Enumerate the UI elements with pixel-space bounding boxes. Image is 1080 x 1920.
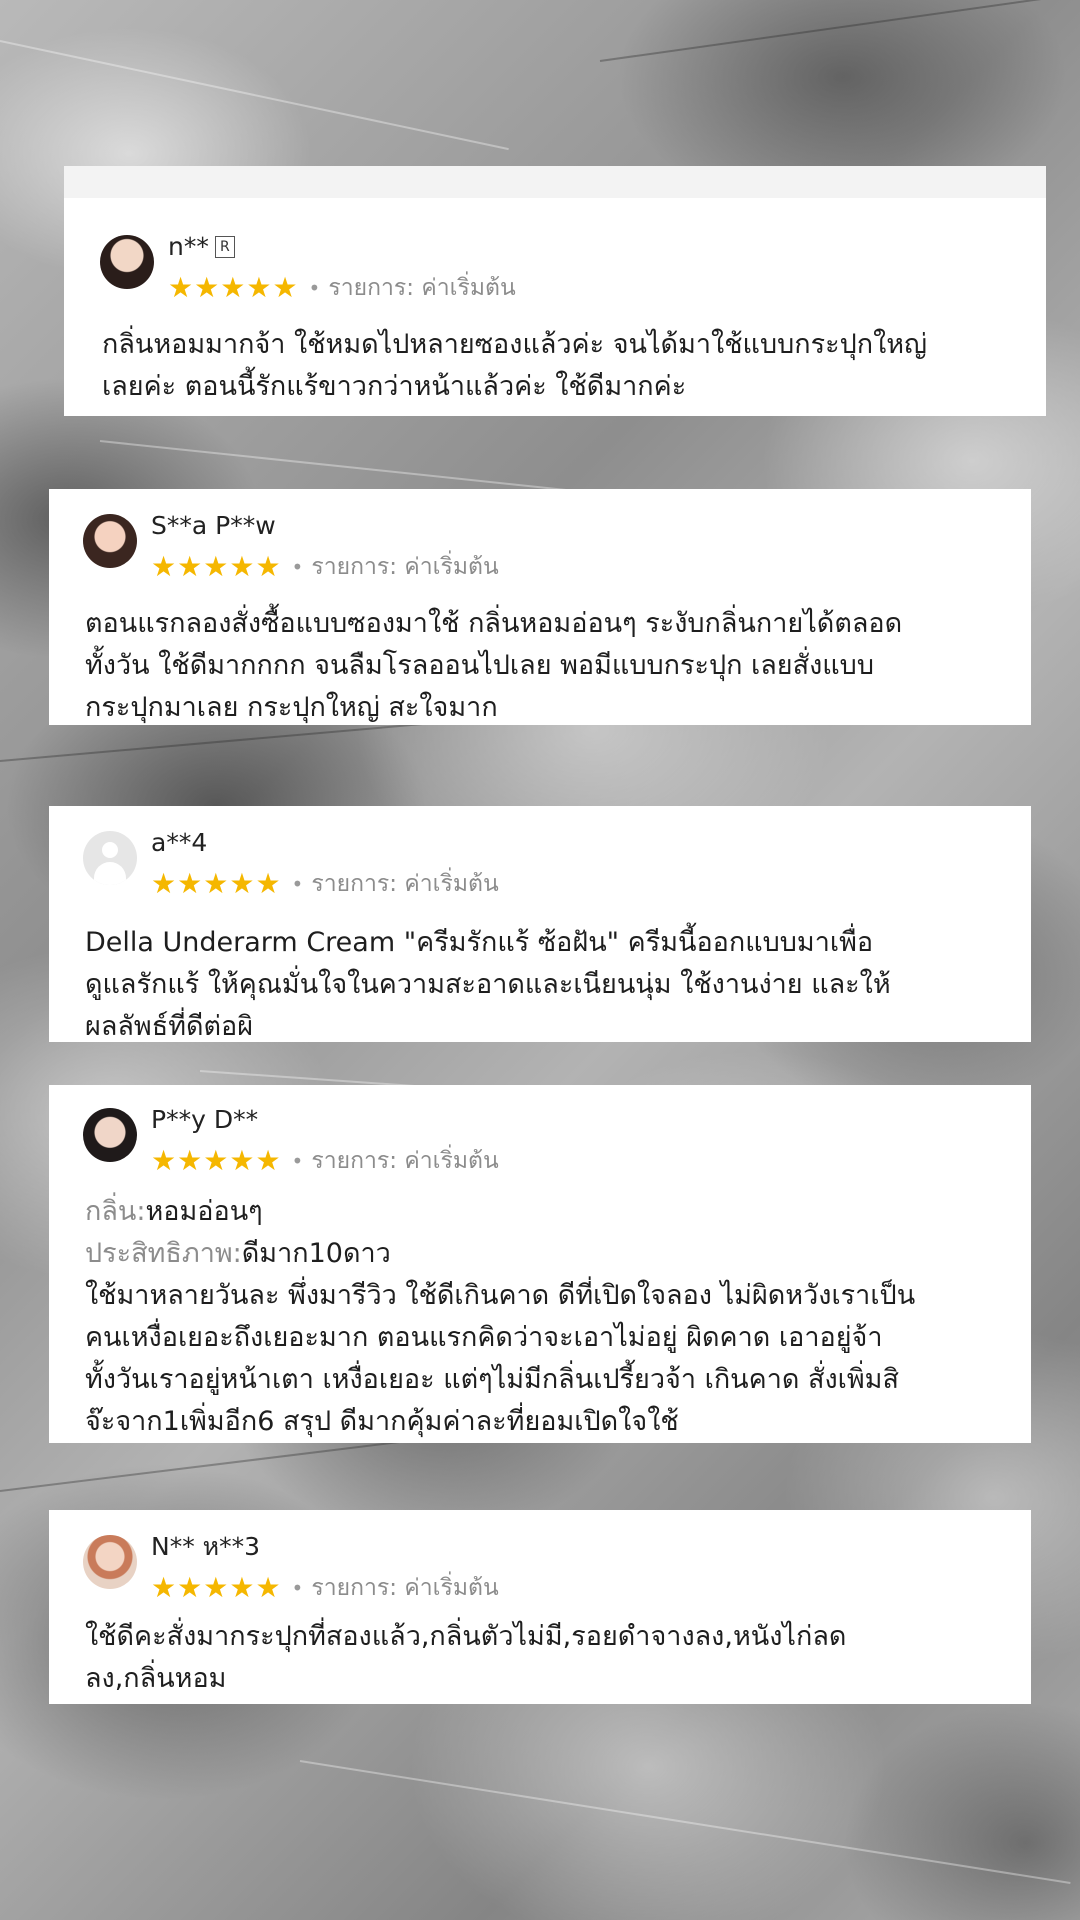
star-icon: ★ xyxy=(255,1571,281,1604)
star-icon: ★ xyxy=(272,271,298,304)
review-text-line: ทั้งวัน ใช้ดีมากกกก จนลืมโรลออนไปเลย พอม… xyxy=(85,650,874,681)
rating-row: ★ ★ ★ ★ ★ • รายการ: ค่าเริ่มต้น xyxy=(151,866,499,902)
reviewer-name: P**y D** xyxy=(151,1105,499,1135)
star-icon: ★ xyxy=(177,1144,203,1177)
star-icon: ★ xyxy=(203,867,229,900)
review-card: P**y D** ★ ★ ★ ★ ★ • รายการ: ค่าเริ่มต้น กลิ… xyxy=(49,1085,1031,1443)
avatar[interactable] xyxy=(83,1535,137,1589)
star-rating: ★ ★ ★ ★ ★ xyxy=(168,273,299,303)
star-rating: ★ ★ ★ ★ ★ xyxy=(151,1146,282,1176)
reviewer-name-text: N** ห**3 xyxy=(151,1532,261,1561)
review-text-line: ทั้งวันเราอยู่หน้าเตา เหงื่อเยอะ แต่ๆไม่… xyxy=(85,1364,899,1395)
star-icon: ★ xyxy=(177,550,203,583)
star-icon: ★ xyxy=(151,867,177,900)
review-text-line: กระปุกมาเลย กระปุกใหญ่ สะใจมาก xyxy=(85,692,498,723)
review-text-line: Della Underarm Cream "ครีมรักแร้ ซ้อฝัน"… xyxy=(85,927,874,958)
rating-row: ★ ★ ★ ★ ★ • รายการ: ค่าเริ่มต้น xyxy=(151,549,499,585)
review-text-line: เลยค่ะ ตอนนี้รักแร้ขาวกว่าหน้าแล้วค่ะ ใช… xyxy=(102,371,687,402)
variation-label: รายการ: ค่าเริ่มต้น xyxy=(311,554,499,580)
attribute-value: หอมอ่อนๆ xyxy=(145,1196,263,1227)
review-text-line: คนเหงื่อเยอะถึงเยอะมาก ตอนแรกคิดว่าจะเอา… xyxy=(85,1322,883,1353)
review-card: n** R ★ ★ ★ ★ ★ • รายการ: ค่าเริ่มต้น กลิ่นห… xyxy=(64,166,1046,416)
star-icon: ★ xyxy=(151,550,177,583)
review-text-line: ใช้ดีคะสั่งมากระปุกที่สองแล้ว,กลิ่นตัวไม… xyxy=(85,1621,847,1652)
reviewer-name-text: a**4 xyxy=(151,828,208,857)
attribute-value: ดีมาก10ดาว xyxy=(241,1238,391,1269)
review-text: ใช้ดีคะสั่งมากระปุกที่สองแล้ว,กลิ่นตัวไม… xyxy=(85,1616,846,1700)
attribute-label: กลิ่น: xyxy=(85,1196,146,1227)
star-icon: ★ xyxy=(177,867,203,900)
review-text: ตอนแรกลองสั่งซื้อแบบซองมาใช้ กลิ่นหอมอ่อ… xyxy=(85,603,902,725)
reviewer-name: S**a P**w xyxy=(151,511,499,541)
review-text-line: ตอนแรกลองสั่งซื้อแบบซองมาใช้ กลิ่นหอมอ่อ… xyxy=(85,608,903,639)
review-text: Della Underarm Cream "ครีมรักแร้ ซ้อฝัน"… xyxy=(85,922,891,1042)
default-user-icon[interactable] xyxy=(83,831,137,885)
review-text-line: ผลลัพธ์ที่ดีต่อผิ xyxy=(85,1011,254,1042)
star-icon: ★ xyxy=(168,271,194,304)
star-icon: ★ xyxy=(255,1144,281,1177)
review-text-line: ลง,กลิ่นหอม xyxy=(85,1663,227,1694)
star-icon: ★ xyxy=(203,1144,229,1177)
rating-row: ★ ★ ★ ★ ★ • รายการ: ค่าเริ่มต้น xyxy=(168,270,516,306)
review-card: a**4 ★ ★ ★ ★ ★ • รายการ: ค่าเริ่มต้น Della U… xyxy=(49,806,1031,1042)
avatar[interactable] xyxy=(83,1108,137,1162)
attribute-label: ประสิทธิภาพ: xyxy=(85,1238,242,1269)
star-icon: ★ xyxy=(194,271,220,304)
separator-dot: • xyxy=(308,276,321,300)
reviewer-name-text: S**a P**w xyxy=(151,511,276,540)
rating-row: ★ ★ ★ ★ ★ • รายการ: ค่าเริ่มต้น xyxy=(151,1143,499,1179)
avatar[interactable] xyxy=(100,235,154,289)
star-icon: ★ xyxy=(203,1571,229,1604)
reviewer-name: n** R xyxy=(168,232,516,262)
variation-label: รายการ: ค่าเริ่มต้น xyxy=(311,1575,499,1601)
rating-row: ★ ★ ★ ★ ★ • รายการ: ค่าเริ่มต้น xyxy=(151,1570,499,1606)
star-icon: ★ xyxy=(151,1571,177,1604)
variation-label: รายการ: ค่าเริ่มต้น xyxy=(311,871,499,897)
star-rating: ★ ★ ★ ★ ★ xyxy=(151,552,282,582)
review-card: S**a P**w ★ ★ ★ ★ ★ • รายการ: ค่าเริ่มต้น ตอ… xyxy=(49,489,1031,725)
star-icon: ★ xyxy=(177,1571,203,1604)
star-rating: ★ ★ ★ ★ ★ xyxy=(151,869,282,899)
star-icon: ★ xyxy=(229,1571,255,1604)
variation-label: รายการ: ค่าเริ่มต้น xyxy=(328,275,516,301)
background-crease xyxy=(0,40,509,151)
reviewer-name: N** ห**3 xyxy=(151,1532,499,1562)
background-crease xyxy=(299,1760,1071,1885)
attribute-row: ประสิทธิภาพ:ดีมาก10ดาว xyxy=(85,1233,915,1275)
review-text-line: กลิ่นหอมมากจ้า ใช้หมดไปหลายซองแล้วค่ะ จน… xyxy=(102,329,928,360)
star-icon: ★ xyxy=(255,550,281,583)
star-icon: ★ xyxy=(255,867,281,900)
reviewer-name: a**4 xyxy=(151,828,499,858)
review-card: N** ห**3 ★ ★ ★ ★ ★ • รายการ: ค่าเริ่มต้น ใช้… xyxy=(49,1510,1031,1704)
review-text-line: ดูแลรักแร้ ให้คุณมั่นใจในความสะอาดและเนี… xyxy=(85,969,891,1000)
registered-badge-icon: R xyxy=(214,236,235,258)
star-icon: ★ xyxy=(220,271,246,304)
separator-dot: • xyxy=(291,872,304,896)
reviewer-name-text: n** xyxy=(168,232,209,261)
variation-label: รายการ: ค่าเริ่มต้น xyxy=(311,1148,499,1174)
separator-dot: • xyxy=(291,555,304,579)
review-text-line: ใช้มาหลายวันละ พึ่งมารีวิว ใช้ดีเกินคาด … xyxy=(85,1280,916,1311)
attribute-row: กลิ่น:หอมอ่อนๆ xyxy=(85,1191,915,1233)
avatar[interactable] xyxy=(83,514,137,568)
separator-dot: • xyxy=(291,1576,304,1600)
star-icon: ★ xyxy=(151,1144,177,1177)
reviewer-name-text: P**y D** xyxy=(151,1105,259,1134)
card-top-strip xyxy=(64,166,1046,198)
background-crease xyxy=(599,0,1076,62)
review-text: กลิ่นหอมมากจ้า ใช้หมดไปหลายซองแล้วค่ะ จน… xyxy=(102,324,927,408)
star-rating: ★ ★ ★ ★ ★ xyxy=(151,1573,282,1603)
star-icon: ★ xyxy=(229,550,255,583)
review-text: กลิ่น:หอมอ่อนๆ ประสิทธิภาพ:ดีมาก10ดาว ใช… xyxy=(85,1191,915,1443)
star-icon: ★ xyxy=(246,271,272,304)
star-icon: ★ xyxy=(229,1144,255,1177)
review-text-line: จ๊ะจาก1เพิ่มอีก6 สรุป ดีมากคุ้มค่าละที่ย… xyxy=(85,1406,679,1437)
star-icon: ★ xyxy=(203,550,229,583)
star-icon: ★ xyxy=(229,867,255,900)
separator-dot: • xyxy=(291,1149,304,1173)
